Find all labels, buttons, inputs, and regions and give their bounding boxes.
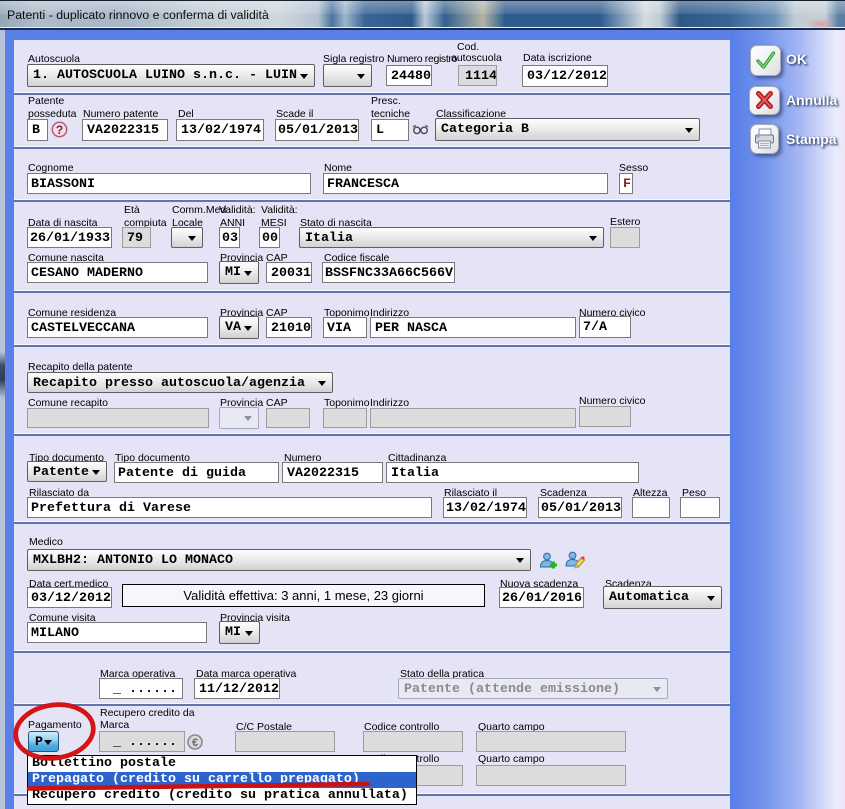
- svg-text:€: €: [192, 737, 198, 749]
- svg-text:?: ?: [56, 123, 63, 137]
